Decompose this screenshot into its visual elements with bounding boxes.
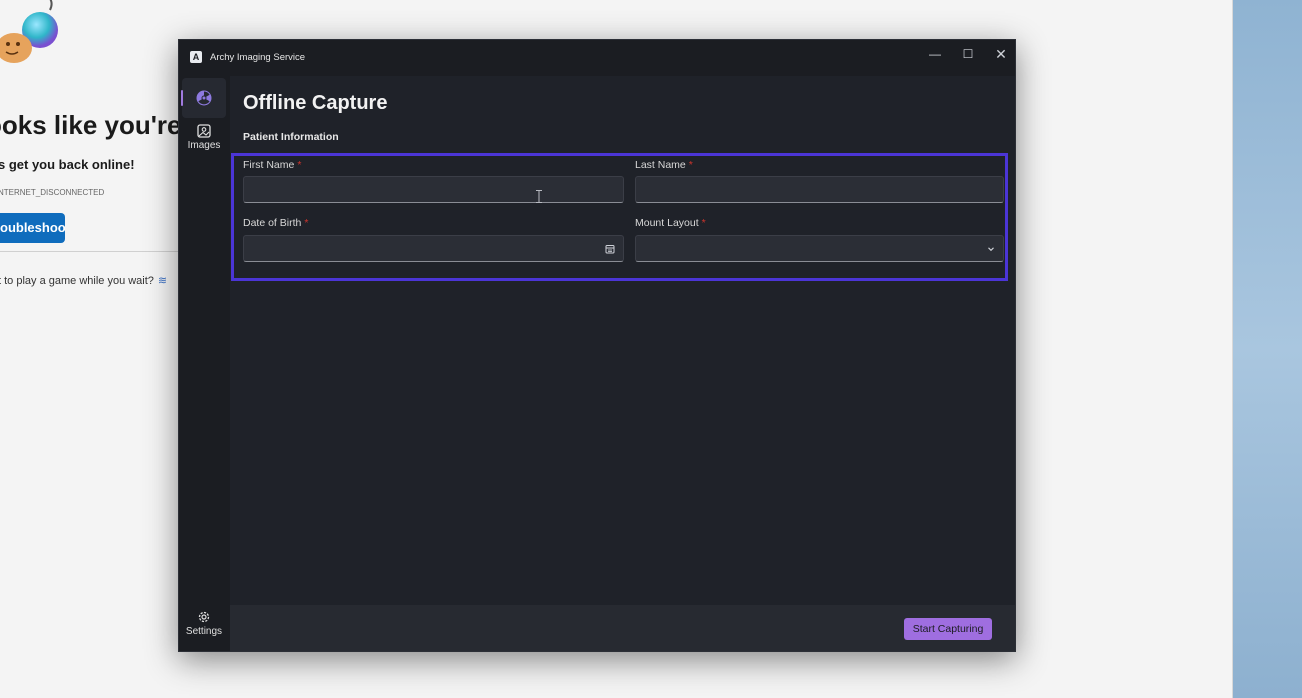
offline-subtitle: s get you back online! — [0, 157, 135, 172]
app-logo-icon: A — [190, 51, 202, 63]
chevron-down-icon[interactable] — [986, 244, 996, 254]
last-name-label: Last Name * — [635, 159, 693, 171]
last-name-field[interactable] — [635, 176, 1004, 203]
close-button[interactable]: ✕ — [988, 44, 1014, 64]
desktop-wallpaper — [1232, 0, 1302, 698]
main-content: Offline Capture Patient Information Firs… — [230, 76, 1015, 605]
page-title: Offline Capture — [243, 92, 388, 114]
first-name-label-text: First Name — [243, 159, 295, 171]
required-marker: * — [297, 159, 302, 171]
required-marker: * — [688, 159, 693, 171]
radiation-icon — [196, 90, 212, 106]
start-capturing-button[interactable]: Start Capturing — [904, 618, 992, 640]
active-indicator — [181, 90, 183, 106]
game-prompt-text: t to play a game while you wait? — [0, 275, 154, 287]
dob-label-text: Date of Birth — [243, 217, 302, 229]
dob-label: Date of Birth * — [243, 217, 308, 229]
mount-layout-select[interactable] — [635, 235, 1004, 262]
troubleshoot-button[interactable]: oubleshoot — [0, 213, 65, 243]
maximize-button[interactable]: ☐ — [955, 44, 981, 64]
required-marker: * — [304, 217, 309, 229]
footer-bar: Start Capturing — [230, 605, 1015, 651]
title-bar[interactable]: A Archy Imaging Service — ☐ ✕ — [179, 40, 1015, 76]
section-title: Patient Information — [243, 131, 339, 143]
divider — [0, 251, 180, 252]
last-name-label-text: Last Name — [635, 159, 686, 171]
first-name-label: First Name * — [243, 159, 301, 171]
sidebar-item-label: Images — [187, 140, 221, 151]
image-icon — [197, 124, 211, 138]
text-cursor-icon — [536, 190, 542, 203]
minimize-button[interactable]: — — [922, 44, 948, 64]
offline-headline: ooks like you're n — [0, 110, 205, 140]
error-code: NTERNET_DISCONNECTED — [0, 188, 105, 197]
mount-layout-label-text: Mount Layout — [635, 217, 699, 229]
mount-layout-label: Mount Layout * — [635, 217, 706, 229]
sidebar: Images Settings — [179, 76, 230, 651]
calendar-icon[interactable] — [605, 244, 615, 254]
dob-field[interactable] — [243, 235, 624, 262]
mascot-illustration — [0, 0, 58, 63]
game-prompt: t to play a game while you wait? ≋ — [0, 274, 167, 287]
sidebar-item-label: Settings — [185, 626, 223, 637]
first-name-field[interactable] — [243, 176, 624, 203]
gear-icon — [198, 611, 210, 623]
wave-icon[interactable]: ≋ — [158, 275, 167, 287]
sidebar-item-settings[interactable]: Settings — [182, 610, 226, 650]
sidebar-item-capture[interactable] — [181, 78, 226, 118]
sidebar-item-images[interactable]: Images — [182, 124, 226, 164]
window-title: Archy Imaging Service — [210, 52, 306, 63]
required-marker: * — [701, 217, 706, 229]
app-window: A Archy Imaging Service — ☐ ✕ Images Set… — [178, 39, 1016, 652]
